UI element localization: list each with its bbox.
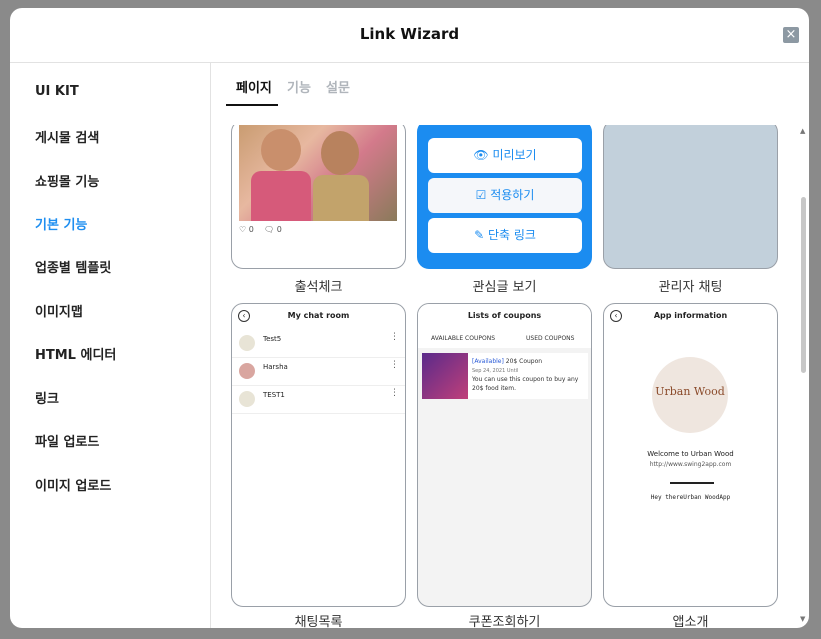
sidebar-item-basic-functions[interactable]: 기본 기능 — [35, 214, 87, 233]
card-admin-chat[interactable] — [603, 125, 778, 269]
sidebar-item-post-search[interactable]: 게시물 검색 — [35, 127, 99, 146]
scroll-down-icon[interactable]: ▼ — [800, 615, 805, 623]
card-app-intro[interactable]: ‹ App information Urban Wood Welcome to … — [603, 303, 778, 607]
card-label-app-intro: 앱소개 — [672, 615, 709, 628]
card-interest[interactable]: 👁 미리보기 ☑ 적용하기 ✎ 단축 링크 — [417, 125, 592, 269]
card-chat-list[interactable]: ‹ My chat room Test5 ⋮ Harsha ⋮ TEST1 ⋮ — [231, 303, 406, 607]
chat-row: TEST1 ⋮ — [232, 386, 405, 414]
card-coupons[interactable]: Lists of coupons AVAILABLE COUPONS USED … — [417, 303, 592, 607]
sidebar-item-link[interactable]: 링크 — [35, 388, 59, 407]
active-tab-indicator — [226, 104, 278, 106]
tab-functions[interactable]: 기능 — [287, 77, 311, 96]
scroll-thumb[interactable] — [801, 197, 806, 373]
sidebar-item-industry-templates[interactable]: 업종별 템플릿 — [35, 257, 111, 276]
card-label-chat-list: 채팅목록 — [294, 615, 343, 628]
scrollbar[interactable]: ▲ ▼ — [798, 125, 809, 628]
coupon-date: Sep 24, 2021 Until — [472, 368, 519, 374]
chat-row: Harsha ⋮ — [232, 358, 405, 386]
scroll-up-icon[interactable]: ▲ — [800, 127, 805, 135]
more-icon: ⋮ — [390, 332, 399, 342]
card-label-interest: 관심글 보기 — [472, 280, 537, 295]
heart-icon: ♡ — [239, 225, 247, 234]
sidebar-item-html-editor[interactable]: HTML 에디터 — [35, 344, 116, 363]
sidebar-item-ui-kit[interactable]: UI KIT — [35, 84, 79, 99]
like-count: 0 — [248, 225, 254, 234]
urban-wood-logo: Urban Wood — [652, 357, 728, 433]
avatar — [239, 391, 255, 407]
coupon-item: [Available] 20$ Coupon Sep 24, 2021 Unti… — [422, 353, 588, 399]
tab-used-coupons: USED COUPONS — [526, 335, 575, 342]
comment-count: 0 — [276, 225, 282, 234]
main-panel: 페이지 기능 설문 ♡ 0 🗨 0 출석체크 👁 미리보기 ☑ 적용하기 ✎ 단… — [211, 63, 809, 628]
apply-button[interactable]: ☑ 적용하기 — [428, 178, 582, 213]
shortlink-button[interactable]: ✎ 단축 링크 — [428, 218, 582, 253]
card-label-attendance: 출석체크 — [294, 280, 343, 295]
template-grid: ♡ 0 🗨 0 출석체크 👁 미리보기 ☑ 적용하기 ✎ 단축 링크 관심글 보… — [211, 125, 809, 628]
card-label-admin-chat: 관리자 채팅 — [658, 280, 723, 295]
modal-header: Link Wizard × — [10, 8, 809, 63]
tab-survey[interactable]: 설문 — [326, 77, 350, 96]
coupon-desc-1: You can use this coupon to buy any — [472, 376, 579, 383]
chat-list-header: My chat room — [287, 311, 350, 320]
eye-icon: 👁 — [473, 148, 489, 162]
post-reactions: ♡ 0 🗨 0 — [239, 225, 282, 234]
link-wizard-modal: Link Wizard × UI KIT 게시물 검색 쇼핑몰 기능 기본 기능… — [10, 8, 809, 628]
coupon-image — [422, 353, 468, 399]
edit-icon: ✎ — [474, 228, 485, 242]
app-url: http://www.swing2app.com — [649, 461, 732, 468]
card-label-coupons: 쿠폰조회하기 — [468, 615, 541, 628]
sidebar-item-shopping[interactable]: 쇼핑몰 기능 — [35, 171, 99, 190]
more-icon: ⋮ — [390, 360, 399, 370]
kids-photo — [239, 125, 397, 221]
avatar — [239, 363, 255, 379]
sidebar-item-file-upload[interactable]: 파일 업로드 — [35, 431, 99, 450]
avatar — [239, 335, 255, 351]
coupon-status: [Available] — [472, 358, 504, 365]
more-icon: ⋮ — [390, 388, 399, 398]
comment-icon: 🗨 — [263, 225, 275, 234]
coupons-header: Lists of coupons — [467, 311, 542, 320]
sidebar-item-image-map[interactable]: 이미지맵 — [35, 301, 83, 320]
preview-button[interactable]: 👁 미리보기 — [428, 138, 582, 173]
sidebar-item-image-upload[interactable]: 이미지 업로드 — [35, 475, 111, 494]
coupon-desc-2: 20$ food item. — [472, 385, 516, 392]
coupon-title: 20$ Coupon — [505, 358, 543, 365]
greeting-text: Hey thereUrban WoodApp — [650, 494, 731, 501]
modal-title: Link Wizard — [359, 25, 460, 43]
tab-available-coupons: AVAILABLE COUPONS — [431, 335, 495, 342]
checklist-icon: ☑ — [475, 188, 487, 202]
tab-pages[interactable]: 페이지 — [236, 77, 272, 96]
welcome-text: Welcome to Urban Wood — [647, 450, 734, 458]
divider — [670, 482, 714, 484]
app-info-header: App information — [653, 311, 728, 320]
close-button[interactable]: × — [783, 27, 799, 43]
sidebar: UI KIT 게시물 검색 쇼핑몰 기능 기본 기능 업종별 템플릿 이미지맵 … — [10, 63, 211, 628]
chat-row: Test5 ⋮ — [232, 330, 405, 358]
card-attendance[interactable]: ♡ 0 🗨 0 — [231, 125, 406, 269]
